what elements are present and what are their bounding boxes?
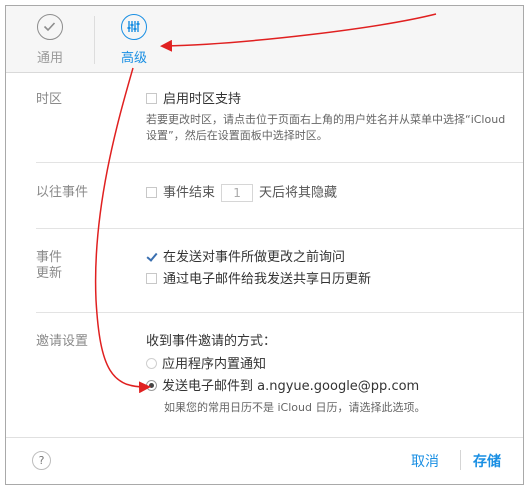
- timezone-hint-line1: 若要更改时区，请点击位于页面右上角的用户姓名并从菜单中选择“iCloud: [146, 113, 506, 126]
- save-button[interactable]: 存储: [473, 451, 501, 471]
- tab-advanced-label: 高级: [120, 51, 147, 66]
- hide-past-events-label: 事件结束: [163, 185, 216, 201]
- divider: [36, 228, 523, 229]
- hide-past-events-checkbox[interactable]: [146, 186, 157, 198]
- email-invitation-radio[interactable]: [146, 380, 157, 391]
- email-invitation-hint: 如果您的常用日历不是 iCloud 日历，请选择此选项。: [164, 401, 426, 414]
- preferences-dialog: 通用 高级 时区 启用时区支持 若要更改时区，请点击位于页面右上角的用户姓名并从…: [5, 5, 524, 485]
- hide-past-events-suffix: 天后将其隐藏: [259, 185, 338, 201]
- in-app-notification-label: 应用程序内置通知: [162, 357, 267, 372]
- tab-general[interactable]: 通用: [22, 14, 78, 66]
- equalizer-sliders-icon: [121, 14, 147, 40]
- divider: [36, 162, 523, 163]
- ask-before-sending-option[interactable]: 在发送对事件所做更改之前询问: [146, 249, 345, 267]
- checkmark-circle-icon: [37, 14, 63, 40]
- events-section-label-line2: 更新: [36, 266, 63, 281]
- timezone-support-option[interactable]: 启用时区支持: [146, 91, 241, 109]
- in-app-notification-option[interactable]: 应用程序内置通知: [146, 356, 266, 374]
- divider: [36, 312, 523, 313]
- cancel-button[interactable]: 取消: [411, 451, 439, 471]
- past-events-section-label: 以往事件: [36, 185, 89, 200]
- timezone-support-label: 启用时区支持: [163, 92, 242, 107]
- invitations-prompt: 收到事件邀请的方式：: [146, 334, 277, 349]
- days-input[interactable]: 1: [221, 184, 254, 202]
- email-shared-updates-option[interactable]: 通过电子邮件给我发送共享日历更新: [146, 271, 371, 289]
- in-app-notification-radio[interactable]: [146, 358, 157, 369]
- hide-past-events-option: 事件结束 1 天后将其隐藏: [146, 184, 337, 203]
- ask-before-sending-label: 在发送对事件所做更改之前询问: [163, 250, 346, 265]
- dialog-footer: ? 取消 存储: [6, 437, 523, 484]
- email-invitation-label: 发送电子邮件到 a.ngyue.google@pp.com: [162, 379, 420, 394]
- toolbar: 通用 高级: [6, 6, 523, 73]
- email-shared-updates-label: 通过电子邮件给我发送共享日历更新: [163, 272, 372, 287]
- footer-divider: [460, 450, 461, 470]
- tab-advanced[interactable]: 高级: [106, 14, 162, 66]
- ask-before-sending-checkbox[interactable]: [146, 251, 157, 262]
- help-button[interactable]: ?: [32, 451, 51, 470]
- timezone-hint-line2: 设置”，然后在设置面板中选择时区。: [146, 129, 328, 142]
- toolbar-divider: [94, 16, 95, 64]
- invitations-section-label: 邀请设置: [36, 334, 89, 349]
- timezone-section-label: 时区: [36, 92, 63, 107]
- email-invitation-option[interactable]: 发送电子邮件到 a.ngyue.google@pp.com: [146, 378, 419, 396]
- tab-general-label: 通用: [36, 51, 63, 66]
- email-shared-updates-checkbox[interactable]: [146, 273, 157, 284]
- timezone-support-checkbox[interactable]: [146, 93, 157, 104]
